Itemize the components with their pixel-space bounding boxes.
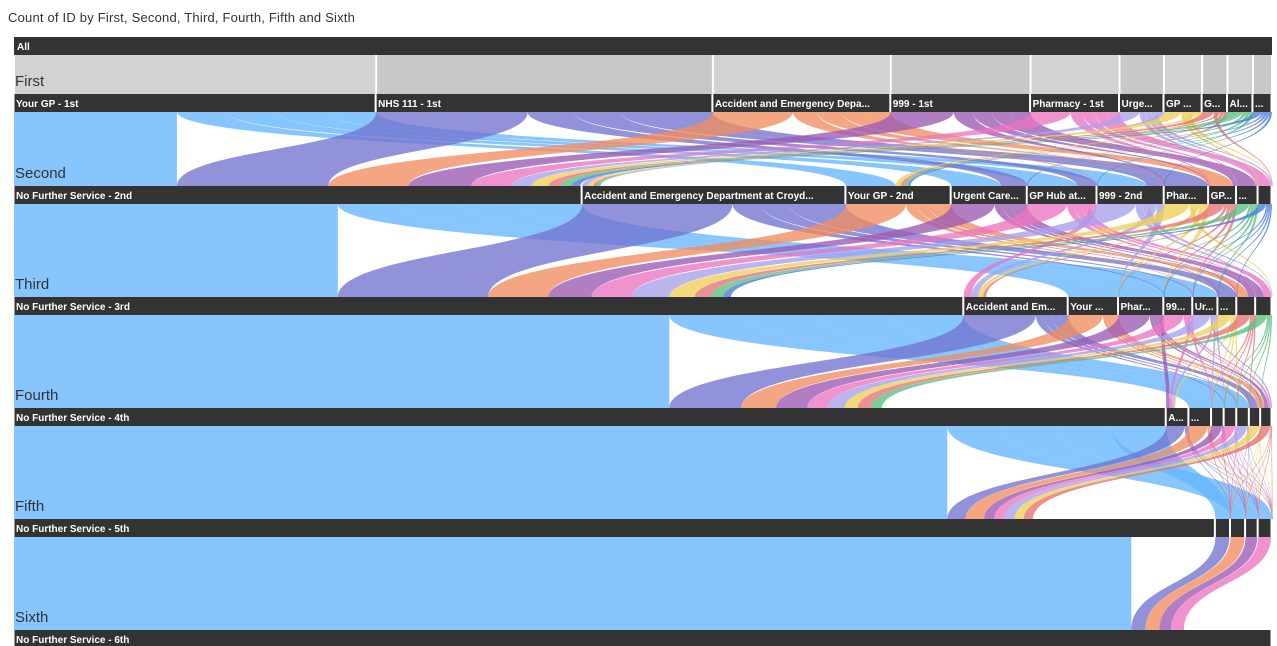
level-segment[interactable]	[1212, 408, 1223, 426]
level-segment[interactable]	[14, 297, 963, 315]
level-name-sixth: Sixth	[15, 609, 48, 626]
level-segment-label: Phar...	[1121, 302, 1151, 313]
level-segment-label: No Further Service - 3rd	[16, 302, 130, 313]
flow-ribbon[interactable]	[14, 426, 948, 519]
level-segment-label: Accident and Emergency Depa...	[715, 99, 870, 110]
level-segment-label: Your ...	[1070, 302, 1103, 313]
level-segment-label: No Further Service - 2nd	[16, 191, 132, 202]
level-segment-label: A...	[1168, 413, 1184, 424]
level-segment-label: Al...	[1230, 99, 1249, 110]
level-segment-label: Your GP - 2nd	[848, 191, 914, 202]
level-segment[interactable]	[1258, 519, 1271, 537]
level-segment-label: 99...	[1166, 302, 1186, 313]
level-segment-label: NHS 111 - 1st	[378, 99, 441, 110]
level-segment[interactable]	[1258, 186, 1271, 204]
level-segment-label: No Further Service - 4th	[16, 413, 129, 424]
level-segment-label: No Further Service - 5th	[16, 524, 129, 535]
level-segment[interactable]	[1246, 519, 1257, 537]
level-segment[interactable]	[1237, 297, 1255, 315]
root-funnel-band	[377, 55, 712, 94]
level-segment-label: Urgent Care...	[953, 191, 1019, 202]
level-name-third: Third	[15, 276, 49, 293]
level-segment[interactable]	[1249, 408, 1260, 426]
level-segment[interactable]	[14, 408, 1165, 426]
level-bar-first: Your GP - 1st NHS 111 - 1st Accident and E…	[14, 94, 1271, 112]
level-segment-label: ...	[1255, 99, 1264, 110]
level-segment-label: Your GP - 1st	[16, 99, 79, 110]
root-funnel-band	[1253, 55, 1271, 94]
level-segment[interactable]	[14, 519, 1214, 537]
level-segment-label: No Further Service - 6th	[16, 635, 129, 646]
level-segment[interactable]	[14, 630, 1271, 646]
root-funnel	[15, 55, 1271, 94]
level-bar-sixth: No Further Service - 6th	[14, 630, 1271, 646]
root-funnel-band	[713, 55, 890, 94]
level-segment-label: Pharmacy - 1st	[1033, 99, 1105, 110]
decomposition-tree-chart[interactable]: All First Your GP - 1st NHS 111 - 1st Accide…	[0, 0, 1277, 646]
root-funnel-band	[15, 55, 376, 94]
level-segment-label: Urge...	[1122, 99, 1153, 110]
level-segment-label: ...	[1191, 413, 1200, 424]
root-funnel-band	[1031, 55, 1119, 94]
level-segment-label: ...	[1220, 302, 1229, 313]
level-segment-label: 999 - 1st	[893, 99, 934, 110]
level-segment[interactable]	[1261, 408, 1271, 426]
level-segment-label: 999 - 2nd	[1099, 191, 1142, 202]
level-bar-fourth: No Further Service - 4th A......	[14, 408, 1271, 426]
root-funnel-band	[891, 55, 1030, 94]
level-name-second: Second	[15, 165, 66, 182]
root-funnel-band	[1120, 55, 1163, 94]
root-funnel-band	[1164, 55, 1202, 94]
level-name-fourth: Fourth	[15, 387, 58, 404]
level-segment-label: Phar...	[1166, 191, 1196, 202]
root-funnel-band	[1228, 55, 1252, 94]
level-segment[interactable]	[1237, 408, 1248, 426]
level-segment-label: ...	[1238, 191, 1247, 202]
level-segment-label: Accident and Em...	[966, 302, 1056, 313]
root-funnel-band	[1203, 55, 1227, 94]
flow-ribbon[interactable]	[14, 315, 670, 408]
flow-ribbon[interactable]	[1145, 537, 1245, 630]
level-segment-label: GP ...	[1166, 99, 1192, 110]
level-bar-third: No Further Service - 3rd Accident and Em.…	[14, 297, 1271, 315]
level-name-fifth: Fifth	[15, 498, 44, 515]
root-bar[interactable]	[14, 37, 1272, 55]
level-segment-label: GP Hub at...	[1029, 191, 1086, 202]
level-segment[interactable]	[1230, 519, 1245, 537]
level-bar-fifth: No Further Service - 5th	[14, 519, 1271, 537]
level-name-first: First	[15, 73, 45, 90]
level-segment-label: G...	[1204, 99, 1220, 110]
level-segment-label: GP...	[1211, 191, 1233, 202]
flow-ribbon[interactable]	[14, 204, 338, 297]
flow-ribbon[interactable]	[14, 537, 1132, 630]
level-segment-label: Ur...	[1195, 302, 1214, 313]
level-bar-second: No Further Service - 2nd Accident and Eme…	[14, 186, 1271, 204]
level-segment[interactable]	[1256, 297, 1271, 315]
level-segment[interactable]	[1224, 408, 1236, 426]
root-bar-label: All	[17, 42, 30, 53]
level-segment[interactable]	[1215, 519, 1229, 537]
level-segment-label: Accident and Emergency Department at Cro…	[584, 191, 814, 202]
